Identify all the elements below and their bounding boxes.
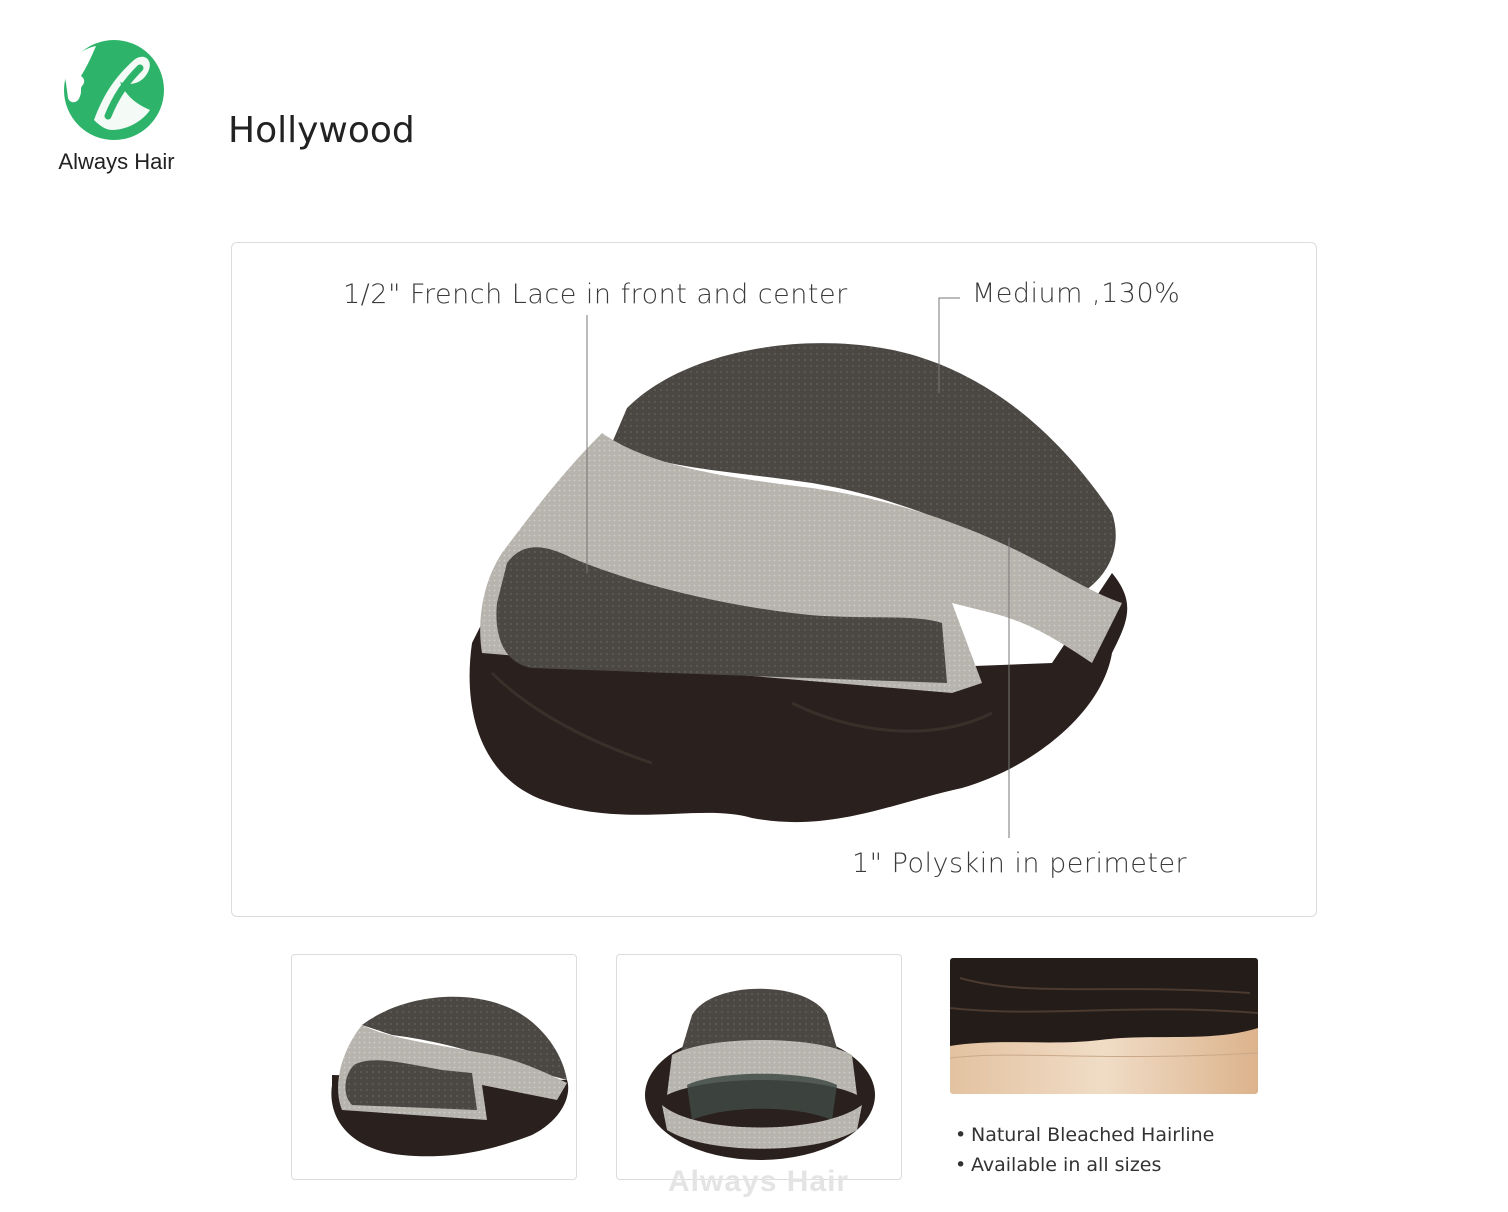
brand-logo: Always Hair [44,36,189,186]
brand-name: Always Hair [58,149,175,174]
feature-item: • Natural Bleached Hairline [955,1120,1214,1150]
callout-density: Medium ,130% [972,278,1181,309]
hairline-closeup-image [950,958,1258,1094]
thumbnail-hairline-closeup[interactable] [950,958,1258,1094]
hairpiece-side-image [331,996,569,1157]
feature-list: • Natural Bleached Hairline • Available in… [955,1120,1214,1180]
callout-perimeter: 1" Polyskin in perimeter [852,848,1188,879]
hairpiece-illustration [469,297,1128,838]
feature-item: • Available in all sizes [955,1150,1214,1180]
thumbnail-side-view[interactable] [291,954,577,1180]
product-title: Hollywood [228,110,415,151]
feature-text: Available in all sizes [971,1154,1162,1176]
hairpiece-front-image [645,988,875,1160]
bullet-icon: • [955,1154,967,1176]
head-silhouette-icon [64,40,164,140]
thumbnail-front-view[interactable] [616,954,902,1180]
main-product-panel: 1/2" French Lace in front and center Med… [231,242,1317,917]
bullet-icon: • [955,1124,967,1146]
watermark-text: Always Hair [668,1165,850,1198]
callout-front-lace: 1/2" French Lace in front and center [343,279,848,310]
feature-text: Natural Bleached Hairline [971,1124,1215,1146]
